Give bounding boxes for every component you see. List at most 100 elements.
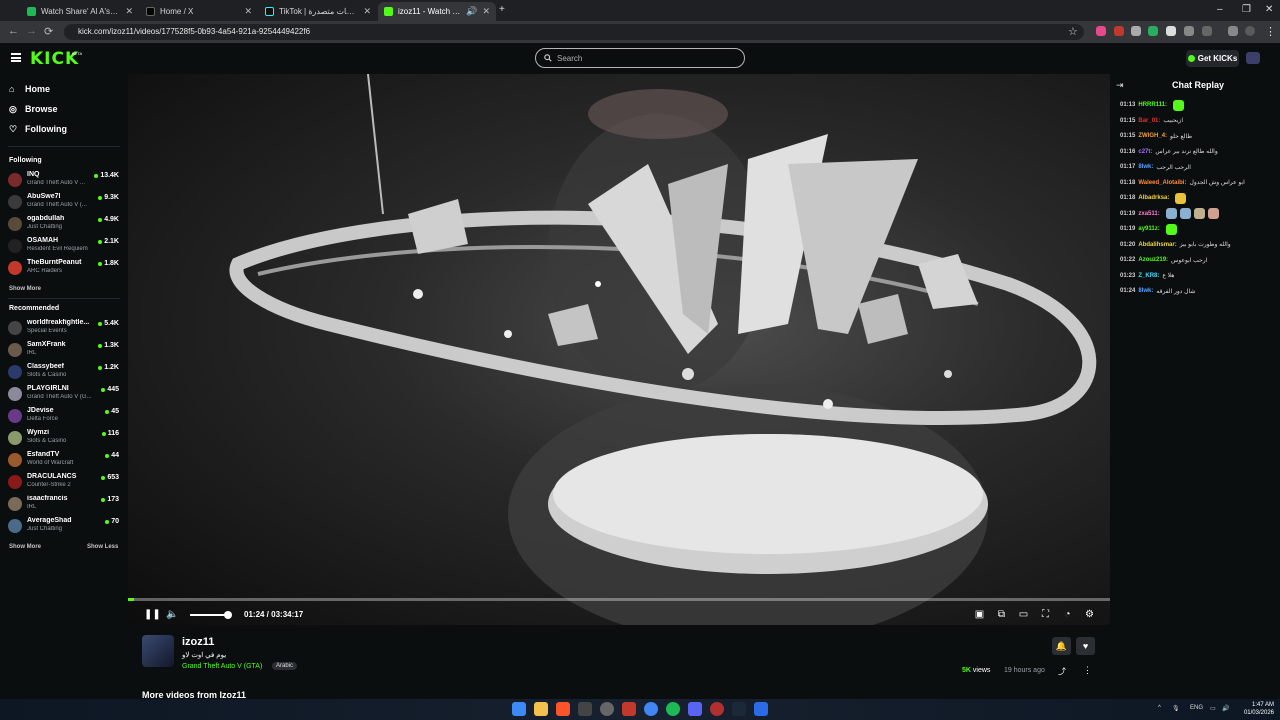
bookmark-star-icon[interactable]: ☆: [1068, 25, 1078, 38]
browser-tab-x[interactable]: Home / X ✕: [140, 2, 258, 21]
theater-mode-icon[interactable]: ▭: [1018, 609, 1029, 620]
forward-icon[interactable]: →: [26, 25, 37, 37]
chat-username[interactable]: 8lwk:: [1138, 288, 1153, 294]
windows-start-icon[interactable]: [512, 702, 526, 716]
extension-icon[interactable]: [1184, 26, 1194, 36]
seek-bar[interactable]: [128, 598, 1110, 601]
sidebar-panel-icon[interactable]: [1228, 26, 1238, 36]
discord-icon[interactable]: [688, 702, 702, 716]
steam-icon[interactable]: [732, 702, 746, 716]
sidebar-channel[interactable]: EsfandTV World of Warcraft 44: [8, 451, 120, 471]
extensions-puzzle-icon[interactable]: [1202, 26, 1212, 36]
sidebar-channel[interactable]: JDevise Delta Force 45: [8, 407, 120, 427]
close-icon[interactable]: ✕: [125, 6, 133, 17]
settings-gear-icon[interactable]: ⚙: [1084, 609, 1095, 620]
extension-icon[interactable]: [1131, 26, 1141, 36]
sidebar-channel[interactable]: worldfreakfightle... Special Events 5.4K: [8, 319, 120, 339]
volume-icon[interactable]: 🔊: [1222, 705, 1229, 712]
back-icon[interactable]: ←: [8, 25, 19, 37]
chat-username[interactable]: 8lwk:: [1138, 164, 1153, 170]
network-icon[interactable]: ▭: [1210, 705, 1216, 712]
address-bar[interactable]: kick.com/izoz11/videos/177528f5-0b93-4a5…: [64, 24, 1084, 40]
close-icon[interactable]: ✕: [244, 6, 252, 17]
minimize-button[interactable]: –: [1217, 4, 1223, 15]
sidebar-channel[interactable]: AverageShad Just Chatting 70: [8, 517, 120, 537]
sidebar-channel[interactable]: Wymzi Slots & Casino 116: [8, 429, 120, 449]
pause-icon[interactable]: ❚❚: [144, 609, 161, 620]
sidebar-channel[interactable]: TheBurntPeanut ARC Raiders 1.8K: [8, 259, 120, 279]
extension-icon[interactable]: [1096, 26, 1106, 36]
get-kicks-button[interactable]: Get KICKs: [1186, 50, 1239, 67]
sidebar-channel[interactable]: ogabdullah Just Chatting 4.9K: [8, 215, 120, 235]
picture-in-picture-icon[interactable]: ▣: [974, 609, 985, 620]
chrome-icon[interactable]: [644, 702, 658, 716]
follow-heart-button[interactable]: ♥: [1076, 637, 1095, 655]
sidebar-channel[interactable]: OSAMAH Resident Evil Requiem 2.1K: [8, 237, 120, 257]
app-icon[interactable]: [754, 702, 768, 716]
brave-browser-icon[interactable]: [556, 702, 570, 716]
chat-username[interactable]: HRRR111:: [1138, 102, 1167, 108]
sidebar-channel[interactable]: DRACULANCS Counter-Strike 2 653: [8, 473, 120, 493]
category-link[interactable]: Grand Theft Auto V (GTA): [182, 663, 262, 670]
show-more-following[interactable]: Show More: [9, 286, 41, 292]
playback-speed-icon[interactable]: ◔: [1062, 609, 1073, 620]
video-player[interactable]: ❚❚ 🔈 01:24 / 03:34:17 ▣ ⧉ ▭ ⛶ ◔ ⚙: [128, 74, 1110, 625]
show-less-recommended[interactable]: Show Less: [87, 544, 118, 550]
extension-icon[interactable]: [1148, 26, 1158, 36]
chat-username[interactable]: Azouz219:: [1138, 257, 1168, 263]
streamer-name[interactable]: izoz11: [182, 636, 214, 648]
sidebar-channel[interactable]: Classybeef Slots & Casino 1.2K: [8, 363, 120, 383]
profile-avatar-icon[interactable]: [1245, 26, 1255, 36]
notification-bell-button[interactable]: 🔔: [1052, 637, 1071, 655]
app-icon[interactable]: [600, 702, 614, 716]
tray-chevron-icon[interactable]: ^: [1158, 705, 1161, 711]
menu-icon[interactable]: [11, 53, 21, 62]
sidebar-channel[interactable]: INQ Grand Theft Auto V ... 13.4K: [8, 171, 120, 191]
volume-icon[interactable]: 🔈: [166, 609, 178, 620]
speaker-icon[interactable]: 🔊: [466, 6, 477, 17]
file-explorer-icon[interactable]: [534, 702, 548, 716]
clip-icon[interactable]: ⧉: [996, 609, 1007, 620]
browser-tab-kick[interactable]: izoz11 - Watch the VOD on 🔊 ✕: [378, 2, 496, 21]
sidebar-channel[interactable]: PLAYGIRLNI Grand Theft Auto V (G... 445: [8, 385, 120, 405]
sidebar-channel[interactable]: SamXFrank IRL 1.3K: [8, 341, 120, 361]
browser-tab-tiktok[interactable]: TikTok | شاهد فيديوهات متصدرة ✕: [259, 2, 377, 21]
more-options-icon[interactable]: ⋮: [1083, 665, 1092, 676]
volume-slider[interactable]: [190, 614, 228, 616]
reload-icon[interactable]: ⟳: [44, 25, 53, 38]
browser-tab-shahid[interactable]: Watch Share' Al A'sha - Season ✕: [21, 2, 139, 21]
volume-slider-handle[interactable]: [224, 611, 232, 619]
chat-username[interactable]: Waleed_Alotaibi:: [1138, 180, 1186, 186]
sidebar-channel[interactable]: AbuSwe7l Grand Theft Auto V (... 9.3K: [8, 193, 120, 213]
chat-username[interactable]: Z_KR8:: [1138, 273, 1159, 279]
chat-username[interactable]: ZWIGH_4:: [1138, 133, 1167, 139]
share-icon[interactable]: ⤴: [1058, 666, 1066, 677]
clock[interactable]: 1:47 AM 01/03/2026: [1238, 701, 1274, 717]
show-more-recommended[interactable]: Show More: [9, 544, 41, 550]
collapse-chat-icon[interactable]: ⇥: [1116, 80, 1124, 91]
fullscreen-icon[interactable]: ⛶: [1040, 609, 1051, 620]
nav-browse[interactable]: ◎ Browse: [9, 104, 58, 114]
nav-following[interactable]: ♡ Following: [9, 124, 67, 134]
app-icon[interactable]: [622, 702, 636, 716]
language-indicator[interactable]: ENG: [1190, 705, 1203, 711]
chat-username[interactable]: ay911z:: [1138, 226, 1159, 232]
maximize-button[interactable]: ❐: [1242, 4, 1251, 15]
new-tab-button[interactable]: +: [499, 4, 505, 15]
close-icon[interactable]: ✕: [363, 6, 371, 17]
search-input[interactable]: Search: [535, 48, 745, 68]
chat-username[interactable]: zxa511:: [1138, 211, 1159, 217]
chat-username[interactable]: Albadrksa:: [1138, 195, 1169, 201]
app-icon[interactable]: [710, 702, 724, 716]
spotify-icon[interactable]: [666, 702, 680, 716]
extension-icon[interactable]: [1166, 26, 1176, 36]
chat-username[interactable]: c27t:: [1138, 149, 1152, 155]
language-tag[interactable]: Arabic: [272, 662, 298, 670]
user-avatar[interactable]: [1246, 52, 1260, 64]
close-icon[interactable]: ✕: [482, 6, 490, 17]
chat-username[interactable]: Bar_01:: [1138, 118, 1160, 124]
sidebar-channel[interactable]: isaacfrancis IRL 173: [8, 495, 120, 515]
nav-home[interactable]: ⌂ Home: [9, 84, 50, 94]
extension-icon[interactable]: [1114, 26, 1124, 36]
streamer-avatar[interactable]: [142, 635, 174, 667]
